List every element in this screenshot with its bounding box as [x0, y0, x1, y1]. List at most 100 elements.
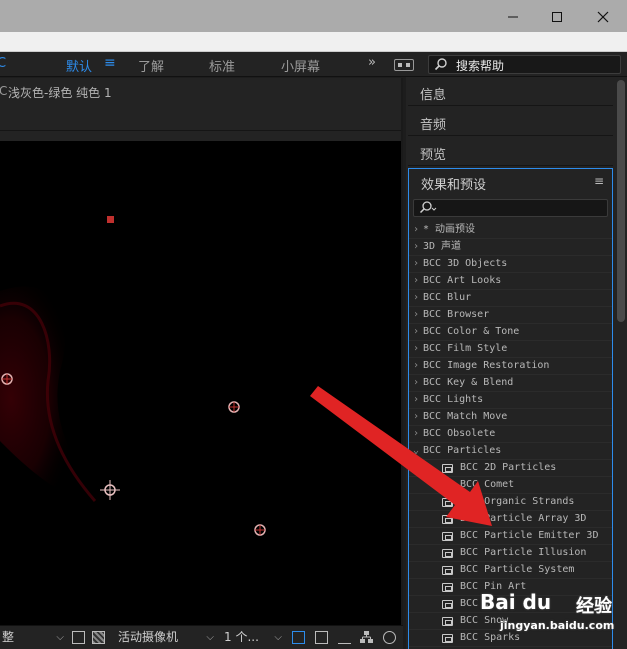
more-workspaces-icon[interactable]: »: [368, 55, 376, 70]
effects-tree: › * 动画预设 › 3D 声道 › BCC 3D Objects › BCC Art Loo…: [409, 222, 612, 647]
camera-value: 活动摄像机: [118, 630, 179, 644]
toggle-view-icon[interactable]: [292, 631, 305, 644]
chevron-right-icon[interactable]: ›: [413, 273, 419, 289]
camera-dropdown[interactable]: 活动摄像机 ⌵: [118, 629, 214, 646]
divider: [0, 130, 403, 131]
effect-folder[interactable]: › BCC Match Move: [409, 409, 612, 426]
effect-preset-icon: [442, 634, 453, 643]
workspace-tab-cut[interactable]: C: [0, 56, 6, 71]
menu-bar-strip: [0, 32, 627, 52]
composition-tab-edge[interactable]: C: [0, 84, 7, 98]
emitter-point-marker[interactable]: [1, 373, 13, 385]
chevron-right-icon[interactable]: ›: [413, 290, 419, 306]
panel-divider[interactable]: [401, 78, 403, 628]
effect-label: BCC Art Looks: [423, 275, 502, 286]
chevron-right-icon[interactable]: ›: [413, 358, 419, 374]
chevron-down-icon[interactable]: ⌄: [413, 443, 419, 459]
target-crosshair-marker[interactable]: [100, 480, 120, 500]
jingyan-watermark: 经验: [576, 596, 612, 617]
workspace-tab-standard[interactable]: 标准: [209, 56, 235, 75]
chevron-right-icon[interactable]: ›: [413, 222, 419, 238]
anchor-point-marker[interactable]: [107, 216, 114, 223]
effect-item[interactable]: BCC 2D Particles: [409, 460, 612, 477]
effect-label: BCC Lights: [423, 394, 484, 405]
effect-label: BCC Image Restoration: [423, 360, 550, 371]
effect-folder[interactable]: › 3D 声道: [409, 239, 612, 256]
effect-folder[interactable]: › BCC Key & Blend: [409, 375, 612, 392]
effect-label: 3D 声道: [423, 241, 462, 252]
effect-folder[interactable]: ⌄ BCC Particles: [409, 443, 612, 460]
baidu-logo-watermark: Bai du: [480, 590, 552, 614]
chevron-right-icon[interactable]: ›: [413, 375, 419, 391]
effect-folder[interactable]: › BCC Obsolete: [409, 426, 612, 443]
effect-folder[interactable]: › BCC Art Looks: [409, 273, 612, 290]
chevron-down-icon: ⌵: [206, 632, 214, 643]
region-of-interest-icon[interactable]: [72, 631, 85, 644]
sync-settings-icon[interactable]: [394, 59, 414, 71]
panel-scrollbar-thumb[interactable]: [617, 80, 625, 322]
effect-preset-icon: [442, 481, 453, 490]
chevron-right-icon[interactable]: ›: [413, 392, 419, 408]
minimize-button[interactable]: [490, 0, 536, 32]
emitter-point-marker[interactable]: [254, 524, 266, 536]
close-button[interactable]: [580, 0, 626, 32]
viewer-canvas: [0, 216, 266, 536]
effect-label: BCC Film Style: [423, 343, 508, 354]
panel-tab-audio[interactable]: 音频: [408, 108, 613, 136]
chevron-right-icon[interactable]: ›: [413, 239, 419, 255]
effect-label: BCC Particle Emitter 3D: [460, 530, 599, 541]
resolution-dropdown[interactable]: 整 ⌵: [2, 629, 64, 646]
chevron-right-icon[interactable]: ›: [413, 341, 419, 357]
effect-folder[interactable]: › BCC 3D Objects: [409, 256, 612, 273]
flowchart-icon[interactable]: [360, 631, 373, 644]
effect-item[interactable]: BCC Particle Emitter 3D: [409, 528, 612, 545]
panel-tab-info[interactable]: 信息: [408, 78, 613, 106]
workspace-tab-default[interactable]: 默认: [66, 56, 92, 75]
effect-item[interactable]: BCC Particle System: [409, 562, 612, 579]
composition-viewer[interactable]: [0, 141, 403, 625]
effect-folder[interactable]: › BCC Browser: [409, 307, 612, 324]
views-dropdown[interactable]: 1 个... ⌵: [224, 629, 282, 646]
chevron-right-icon[interactable]: ›: [413, 426, 419, 442]
emitter-point-marker[interactable]: [228, 401, 240, 413]
effects-search-input[interactable]: [413, 199, 608, 217]
effect-folder[interactable]: › BCC Image Restoration: [409, 358, 612, 375]
composition-layer-title: 浅灰色-绿色 纯色 1: [8, 86, 112, 100]
workspace-menu-icon[interactable]: ≡: [104, 55, 116, 71]
effect-folder[interactable]: › * 动画预设: [409, 222, 612, 239]
effects-panel-title[interactable]: 效果和预设: [421, 174, 486, 193]
fast-preview-icon[interactable]: [315, 631, 328, 644]
workspace-tab-learn[interactable]: 了解: [138, 56, 164, 75]
chevron-right-icon[interactable]: ›: [413, 256, 419, 272]
search-help-placeholder: 搜索帮助: [456, 59, 505, 73]
search-help-input[interactable]: 搜索帮助: [428, 55, 621, 74]
transparency-grid-icon[interactable]: [92, 631, 105, 644]
effect-folder[interactable]: › BCC Lights: [409, 392, 612, 409]
reset-exposure-icon[interactable]: [383, 631, 396, 644]
effect-item[interactable]: BCC Particle Illusion: [409, 545, 612, 562]
composition-header: C 浅灰色-绿色 纯色 1: [0, 78, 403, 141]
panel-menu-icon[interactable]: ≡: [594, 174, 604, 188]
effect-item[interactable]: BCC Comet: [409, 477, 612, 494]
effect-folder[interactable]: › BCC Film Style: [409, 341, 612, 358]
effects-presets-panel: 效果和预设 ≡ › * 动画预设 › 3D 声道 › BCC 3D Objects › BCC…: [408, 168, 613, 649]
effect-folder[interactable]: › BCC Color & Tone: [409, 324, 612, 341]
effect-preset-icon: [442, 566, 453, 575]
effect-item[interactable]: BCC Sparks: [409, 630, 612, 647]
panel-tab-preview[interactable]: 预览: [408, 138, 613, 166]
effect-item[interactable]: BCC Organic Strands: [409, 494, 612, 511]
timeline-icon[interactable]: [338, 631, 351, 644]
effect-preset-icon: [442, 600, 453, 609]
chevron-right-icon[interactable]: ›: [413, 307, 419, 323]
effect-folder[interactable]: › BCC Blur: [409, 290, 612, 307]
views-value: 1 个...: [224, 630, 259, 644]
workspace-tab-small-screen[interactable]: 小屏幕: [281, 56, 320, 75]
effect-label: BCC 3D Objects: [423, 258, 508, 269]
particle-glow: [0, 286, 110, 511]
maximize-button[interactable]: [534, 0, 580, 32]
chevron-right-icon[interactable]: ›: [413, 409, 419, 425]
effect-item[interactable]: BCC Particle Array 3D: [409, 511, 612, 528]
panel-tab-info-label: 信息: [420, 88, 447, 103]
effect-label: BCC Sparks: [460, 632, 521, 643]
chevron-right-icon[interactable]: ›: [413, 324, 419, 340]
